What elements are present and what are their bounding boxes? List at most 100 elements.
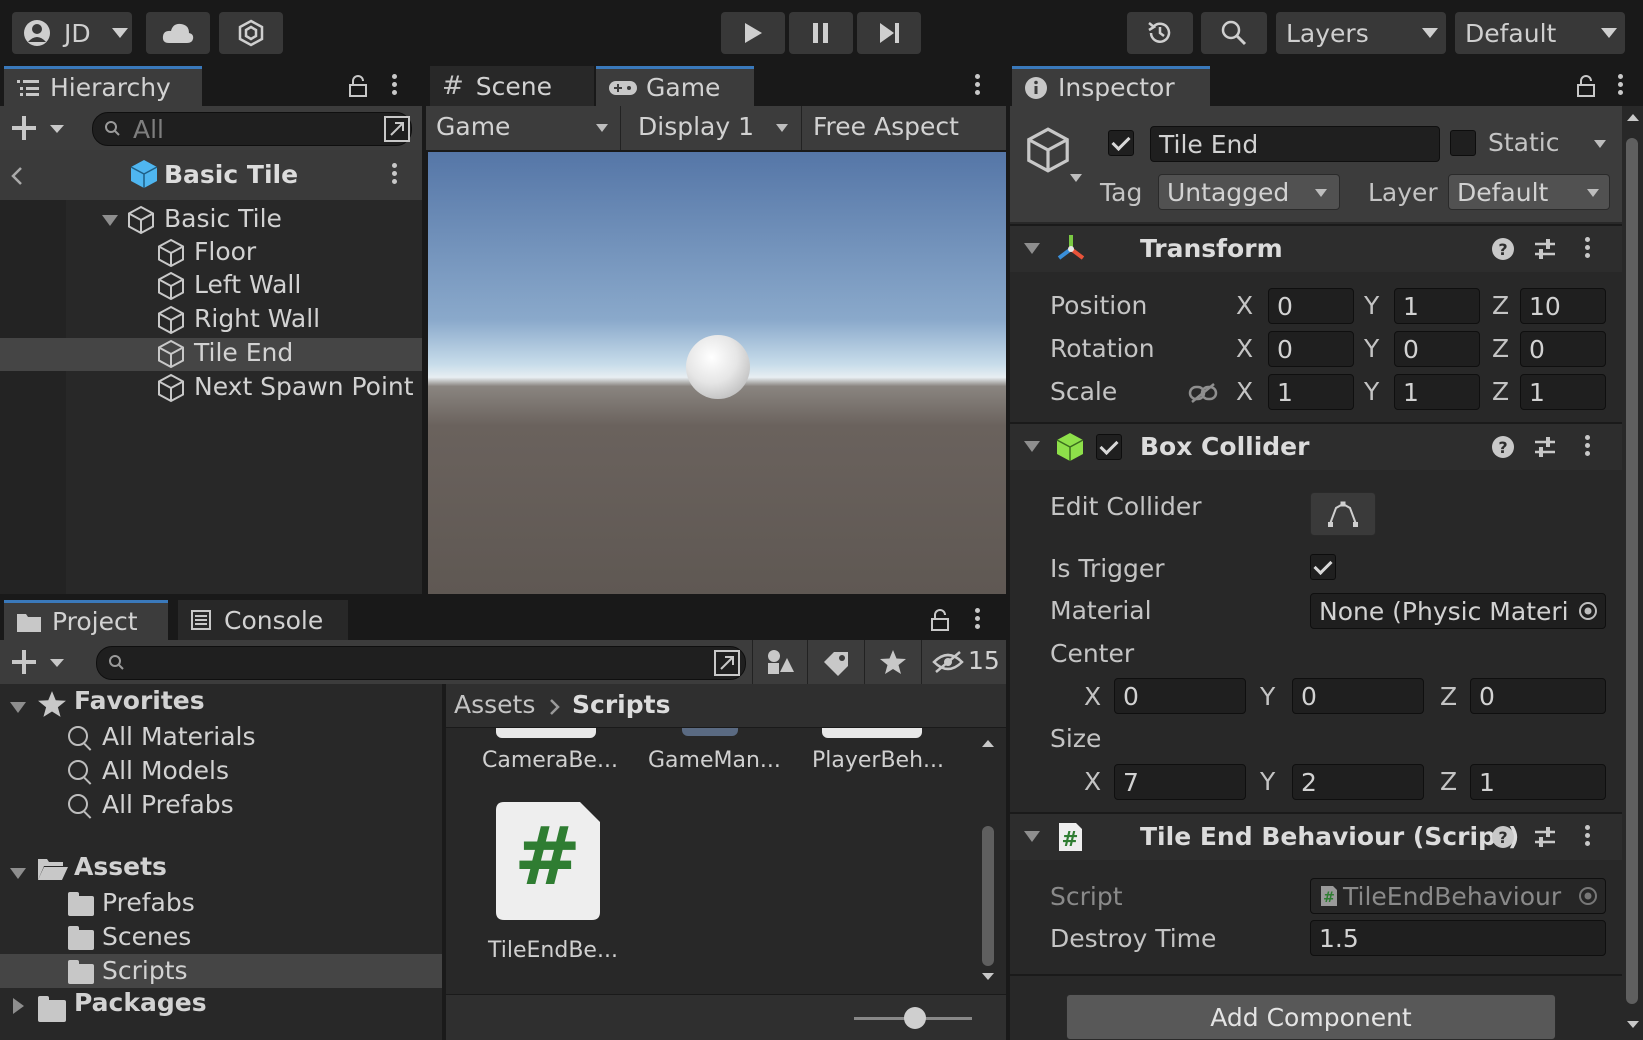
project-search-input[interactable] bbox=[96, 646, 746, 680]
help-icon[interactable]: ? bbox=[1490, 236, 1516, 262]
object-picker-icon[interactable] bbox=[1577, 600, 1599, 622]
hierarchy-search-input[interactable]: All bbox=[92, 112, 412, 146]
script-component-header[interactable]: # Tile End Behaviour (Script) ? bbox=[1010, 814, 1622, 860]
size-x-field[interactable]: 7 bbox=[1114, 764, 1246, 800]
layers-dropdown[interactable]: Layers bbox=[1276, 12, 1446, 54]
chevron-down-icon[interactable] bbox=[1594, 140, 1606, 148]
hierarchy-item-right-wall[interactable]: Right Wall bbox=[66, 304, 422, 337]
tag-dropdown[interactable]: Untagged bbox=[1158, 174, 1340, 210]
lock-icon[interactable] bbox=[348, 74, 368, 103]
expand-arrow-icon[interactable] bbox=[10, 702, 26, 713]
expand-arrow-icon[interactable] bbox=[13, 998, 24, 1014]
game-viewport[interactable] bbox=[428, 152, 1006, 594]
filter-by-type-button[interactable] bbox=[752, 640, 806, 684]
file-label[interactable]: TileEndBe... bbox=[488, 938, 618, 963]
tab-scene[interactable]: # Scene bbox=[430, 66, 594, 106]
rotation-x-field[interactable]: 0 bbox=[1268, 331, 1354, 367]
transform-header[interactable]: Transform ? bbox=[1010, 226, 1622, 272]
box-collider-header[interactable]: Box Collider ? bbox=[1010, 424, 1622, 470]
icon-size-slider-handle[interactable] bbox=[904, 1007, 926, 1029]
preset-sliders-icon[interactable] bbox=[1532, 236, 1558, 262]
scroll-up-icon[interactable] bbox=[1626, 112, 1640, 122]
hierarchy-item-tile-end[interactable]: Tile End bbox=[0, 338, 422, 371]
scale-z-field[interactable]: 1 bbox=[1520, 374, 1606, 410]
kebab-menu-icon[interactable] bbox=[1617, 74, 1623, 98]
expand-arrow-icon[interactable] bbox=[10, 868, 26, 879]
kebab-menu-icon[interactable] bbox=[391, 163, 397, 187]
lock-icon[interactable] bbox=[930, 608, 950, 637]
cloud-button[interactable] bbox=[146, 12, 210, 54]
preset-sliders-icon[interactable] bbox=[1532, 434, 1558, 460]
object-name-input[interactable]: Tile End bbox=[1150, 126, 1440, 162]
material-object-field[interactable]: None (Physic Materi bbox=[1310, 593, 1606, 629]
aspect-dropdown[interactable]: Free Aspect bbox=[803, 106, 1006, 150]
scale-x-field[interactable]: 1 bbox=[1268, 374, 1354, 410]
kebab-menu-icon[interactable] bbox=[974, 608, 980, 632]
kebab-menu-icon[interactable] bbox=[1584, 237, 1590, 261]
folder-item-scripts[interactable]: Scripts bbox=[0, 954, 442, 988]
favorite-item-all-models[interactable]: All Models bbox=[0, 754, 442, 788]
hierarchy-item-left-wall[interactable]: Left Wall bbox=[66, 270, 422, 303]
tab-hierarchy[interactable]: Hierarchy bbox=[4, 66, 202, 106]
asset-scrollbar[interactable] bbox=[976, 736, 1000, 980]
scroll-up-icon[interactable] bbox=[981, 738, 995, 748]
position-z-field[interactable]: 10 bbox=[1520, 288, 1606, 324]
tab-inspector[interactable]: Inspector bbox=[1012, 66, 1210, 106]
component-enabled-checkbox[interactable] bbox=[1096, 434, 1122, 460]
scroll-down-icon[interactable] bbox=[1626, 1020, 1640, 1030]
favorite-item-all-prefabs[interactable]: All Prefabs bbox=[0, 788, 442, 822]
display-dropdown[interactable]: Display 1 bbox=[622, 106, 802, 150]
layout-dropdown[interactable]: Default bbox=[1455, 12, 1625, 54]
add-object-button[interactable] bbox=[10, 112, 66, 150]
lock-icon[interactable] bbox=[1576, 74, 1596, 103]
help-icon[interactable]: ? bbox=[1490, 434, 1516, 460]
collapse-arrow-icon[interactable] bbox=[1024, 243, 1040, 254]
favorite-item-all-materials[interactable]: All Materials bbox=[0, 720, 442, 754]
chevron-down-icon[interactable] bbox=[1070, 174, 1082, 182]
file-label[interactable]: GameMan... bbox=[648, 748, 781, 773]
center-z-field[interactable]: 0 bbox=[1470, 678, 1606, 714]
active-checkbox[interactable] bbox=[1108, 130, 1134, 156]
expand-arrow-icon[interactable] bbox=[102, 215, 118, 226]
center-y-field[interactable]: 0 bbox=[1292, 678, 1424, 714]
kebab-menu-icon[interactable] bbox=[391, 74, 397, 98]
center-x-field[interactable]: 0 bbox=[1114, 678, 1246, 714]
step-button[interactable] bbox=[857, 12, 921, 54]
is-trigger-checkbox[interactable] bbox=[1310, 554, 1336, 580]
account-dropdown[interactable]: JD bbox=[12, 12, 132, 54]
script-file-tile-end[interactable]: # bbox=[496, 802, 600, 920]
scrollbar-thumb[interactable] bbox=[1626, 138, 1638, 1004]
file-label[interactable]: PlayerBeh... bbox=[812, 748, 944, 773]
add-component-button[interactable]: Add Component bbox=[1066, 994, 1556, 1040]
kebab-menu-icon[interactable] bbox=[1584, 825, 1590, 849]
folder-item-scenes[interactable]: Scenes bbox=[0, 920, 442, 954]
layer-dropdown[interactable]: Default bbox=[1448, 174, 1610, 210]
position-y-field[interactable]: 1 bbox=[1394, 288, 1480, 324]
rotation-y-field[interactable]: 0 bbox=[1394, 331, 1480, 367]
breadcrumb-current[interactable]: Scripts bbox=[572, 690, 670, 719]
preset-sliders-icon[interactable] bbox=[1532, 824, 1558, 850]
hierarchy-item-next-spawn-point[interactable]: Next Spawn Point bbox=[66, 372, 422, 405]
collapse-arrow-icon[interactable] bbox=[1024, 831, 1040, 842]
tab-console[interactable]: Console bbox=[178, 600, 348, 640]
tab-game[interactable]: Game bbox=[596, 66, 754, 106]
collapse-arrow-icon[interactable] bbox=[1024, 441, 1040, 452]
kebab-menu-icon[interactable] bbox=[1584, 435, 1590, 459]
hierarchy-item-basic-tile[interactable]: Basic Tile bbox=[66, 204, 422, 237]
static-checkbox[interactable] bbox=[1450, 130, 1476, 156]
rotation-z-field[interactable]: 0 bbox=[1520, 331, 1606, 367]
size-z-field[interactable]: 1 bbox=[1470, 764, 1606, 800]
game-mode-dropdown[interactable]: Game bbox=[426, 106, 621, 150]
constrain-proportions-icon[interactable] bbox=[1188, 382, 1218, 404]
filter-by-label-button[interactable] bbox=[807, 640, 863, 684]
folder-item-prefabs[interactable]: Prefabs bbox=[0, 886, 442, 920]
pause-button[interactable] bbox=[789, 12, 853, 54]
breadcrumb-root[interactable]: Assets bbox=[454, 690, 535, 719]
hidden-packages-toggle[interactable]: 15 bbox=[921, 640, 1006, 684]
search-options-icon[interactable] bbox=[712, 648, 742, 684]
create-asset-button[interactable] bbox=[10, 646, 66, 684]
favorites-filter-button[interactable] bbox=[864, 640, 920, 684]
file-label[interactable]: CameraBe... bbox=[482, 748, 618, 773]
hierarchy-item-floor[interactable]: Floor bbox=[66, 237, 422, 270]
edit-collider-button[interactable] bbox=[1310, 492, 1376, 536]
